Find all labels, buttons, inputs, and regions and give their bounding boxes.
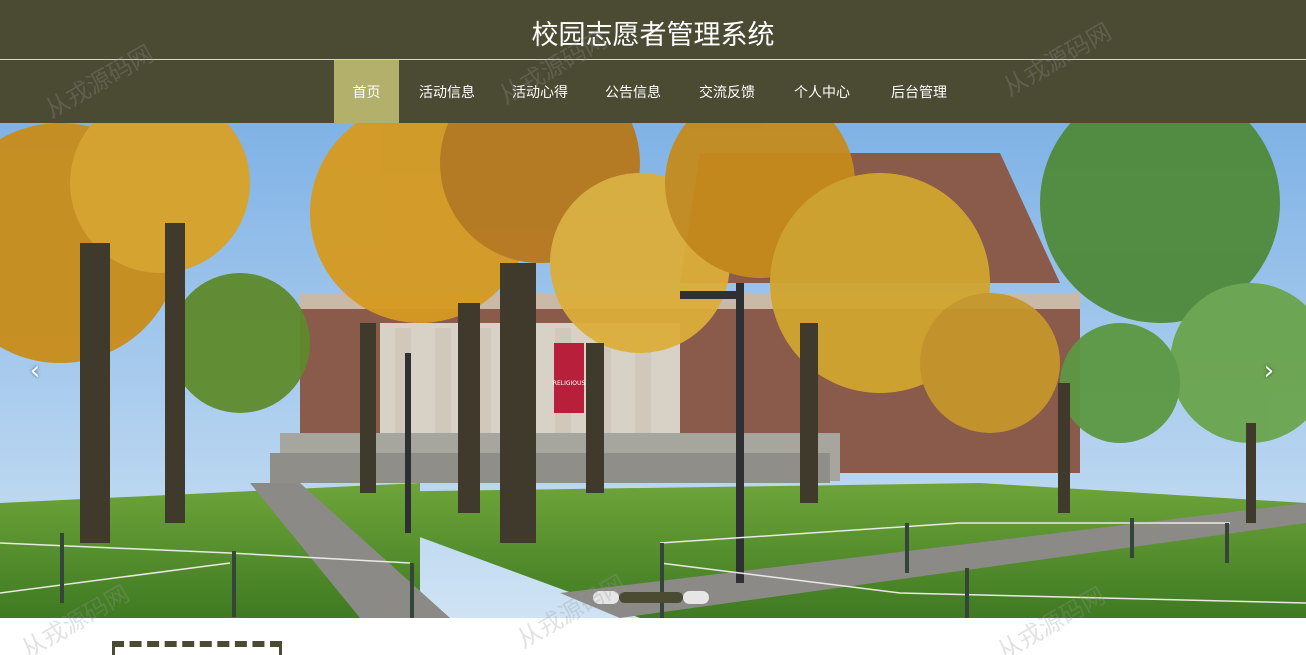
nav-item-announcements[interactable]: 公告信息	[585, 60, 681, 123]
main-nav: 首页 活动信息 活动心得 公告信息 交流反馈 个人中心 后台管理	[0, 60, 1306, 123]
banner-flag-text: RELIGIOUS	[553, 380, 586, 387]
nav-item-feedback[interactable]: 交流反馈	[681, 60, 773, 123]
nav-item-personal-center[interactable]: 个人中心	[773, 60, 871, 123]
carousel-indicator[interactable]	[593, 590, 619, 604]
content-area	[0, 618, 1306, 655]
carousel: RELIGIOUS ‹ ›	[0, 123, 1306, 618]
carousel-prev-button[interactable]: ‹	[20, 353, 50, 389]
carousel-indicator-active[interactable]	[619, 591, 683, 603]
carousel-indicators	[593, 590, 709, 604]
carousel-next-button[interactable]: ›	[1254, 353, 1284, 389]
section-title-frame	[112, 641, 282, 655]
banner-flag	[554, 343, 584, 413]
nav-item-home[interactable]: 首页	[334, 60, 399, 123]
carousel-indicator[interactable]	[683, 590, 709, 604]
site-header: 校园志愿者管理系统	[0, 0, 1306, 60]
nav-item-admin[interactable]: 后台管理	[871, 60, 967, 123]
page: 校园志愿者管理系统 首页 活动信息 活动心得 公告信息 交流反馈 个人中心 后台…	[0, 0, 1306, 655]
nav-item-activity-experience[interactable]: 活动心得	[495, 60, 585, 123]
carousel-slide-image: RELIGIOUS	[0, 123, 1306, 618]
nav-item-activity-info[interactable]: 活动信息	[399, 60, 495, 123]
nav-items: 首页 活动信息 活动心得 公告信息 交流反馈 个人中心 后台管理	[334, 60, 967, 123]
site-title: 校园志愿者管理系统	[531, 20, 775, 51]
